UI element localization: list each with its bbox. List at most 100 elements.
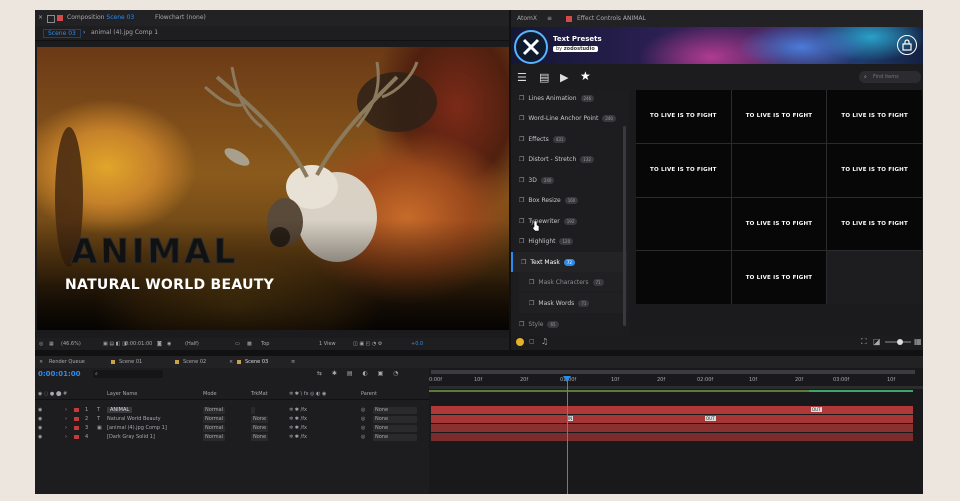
category-scrollbar[interactable] (623, 126, 626, 326)
layer-mode-dropdown[interactable]: Normal (203, 433, 226, 441)
time-ruler[interactable]: 0:00f 10f 20f 01:00f 10f 20f 02:00f 10f … (429, 376, 923, 386)
layer-switch-icons[interactable]: ✲ ✱ /fx (289, 434, 307, 440)
music-icon[interactable]: ♫ (541, 337, 548, 346)
color-swatch-icon[interactable]: ◉ (167, 341, 171, 347)
layer-trkmat-dropdown[interactable]: None (251, 433, 269, 441)
toggle-icons[interactable]: ▣ ▤ ◧ ◨ (103, 341, 127, 347)
layer-search[interactable]: ⌕ (93, 370, 163, 378)
layer-label-color[interactable] (74, 417, 79, 421)
breadcrumb-layer[interactable]: animal (4).jpg Comp 1 (91, 29, 158, 36)
lock-icon[interactable] (47, 15, 55, 23)
eye-icon[interactable]: ◉ (38, 416, 42, 422)
layer-parent-dropdown[interactable]: None (373, 415, 417, 423)
file-play-icon[interactable]: ▶ (560, 71, 568, 84)
region-icon[interactable]: ▭ (235, 341, 240, 347)
tab-render-queue[interactable]: Render Queue (49, 359, 85, 365)
category-item[interactable]: ❐ Effects 431 (519, 129, 567, 149)
layer-name[interactable]: Natural World Beauty (107, 416, 161, 422)
layer-label-color[interactable] (74, 435, 79, 439)
expand-arrow-icon[interactable]: › (65, 407, 67, 413)
pickwhip-icon[interactable]: ◎ (361, 434, 365, 440)
layer-bar-dark-gray-solid[interactable] (431, 433, 913, 441)
close-icon[interactable]: × (38, 14, 43, 21)
tab-composition[interactable]: Composition Scene 03 (67, 14, 134, 21)
size-slider[interactable] (885, 339, 911, 345)
expand-arrow-icon[interactable]: › (65, 416, 67, 422)
column-parent[interactable]: Parent (361, 391, 377, 397)
layer-parent-dropdown[interactable]: None (373, 424, 417, 432)
resolution-dropdown[interactable]: (Half) (185, 341, 199, 347)
tab-scene-01[interactable]: Scene 01 (119, 359, 142, 365)
tab-effect-controls[interactable]: Effect Controls ANIMAL (577, 15, 646, 22)
stack-icon[interactable]: ▤ (539, 71, 549, 84)
layer-name[interactable]: [Dark Gray Solid 1] (107, 434, 155, 440)
camera-icon[interactable]: ◙ (157, 341, 162, 347)
zoom-dropdown[interactable]: (46.6%) (61, 341, 81, 347)
tab-atomx[interactable]: AtomX (517, 15, 537, 22)
layer-bar-animal[interactable] (431, 406, 913, 414)
expand-arrow-icon[interactable]: › (65, 425, 67, 431)
close-icon[interactable]: × (229, 359, 233, 365)
checker-icon[interactable]: ▩ (247, 341, 252, 347)
preset-cell[interactable]: TO LIVE IS TO FIGHT (827, 197, 922, 251)
category-item[interactable]: ❐ 3D 240 (519, 170, 555, 190)
layer-label-color[interactable] (74, 408, 79, 412)
subcategory-item[interactable]: ❐ Mask Words 71 (519, 293, 627, 313)
magnifier-icon[interactable]: ◎ (39, 341, 43, 347)
breadcrumb-scene[interactable]: Scene 03 (43, 29, 81, 38)
views-dropdown[interactable]: 1 View (319, 341, 336, 347)
layer-row[interactable]: ◉ › 1 T ANIMAL Normal ✲ ✱ /fx ◎ None (35, 406, 429, 414)
playhead-line[interactable] (567, 376, 568, 494)
tab-scene-02[interactable]: Scene 02 (183, 359, 206, 365)
star-icon[interactable]: ★ (580, 69, 591, 83)
preset-cell[interactable]: TO LIVE IS TO FIGHT (731, 251, 827, 304)
sliders-icon[interactable]: ☰ (517, 71, 527, 84)
layer-trkmat-dropdown[interactable] (251, 406, 255, 414)
layer-switch-icons[interactable]: ✲ ✱ /fx (289, 416, 307, 422)
overlay-title-text[interactable]: ANIMAL (70, 232, 238, 273)
category-item-active[interactable]: ❐ Text Mask 72 (511, 252, 627, 272)
expand-icon[interactable]: ⛶ (861, 337, 867, 347)
preset-cell[interactable]: TO LIVE IS TO FIGHT (827, 143, 922, 197)
preset-cell[interactable]: TO LIVE IS TO FIGHT (636, 143, 731, 197)
layer-name[interactable]: [animal (4).jpg Comp 1] (107, 425, 167, 431)
overlay-subtitle-text[interactable]: NATURAL WORLD BEAUTY (65, 277, 274, 293)
exposure-value[interactable]: +0.0 (411, 341, 423, 347)
column-trkmat[interactable]: TrkMat (251, 391, 268, 397)
eye-icon[interactable]: ◉ (38, 407, 42, 413)
search-field[interactable]: ⌕ Find items (859, 71, 921, 83)
layer-trkmat-dropdown[interactable]: None (251, 424, 269, 432)
layer-parent-dropdown[interactable]: None (373, 433, 417, 441)
collapse-icon[interactable]: ◪ (873, 337, 881, 346)
grid-view-icon[interactable]: ▦ (914, 337, 922, 346)
expand-arrow-icon[interactable]: › (65, 434, 67, 440)
layer-mode-dropdown[interactable]: Normal (203, 406, 226, 414)
layer-switch-icons[interactable]: ✲ ✱ /fx (289, 425, 307, 431)
column-mode[interactable]: Mode (203, 391, 217, 397)
subcategory-item[interactable]: ❐ Mask Characters 71 (519, 272, 627, 292)
pickwhip-icon[interactable]: ◎ (361, 416, 365, 422)
category-item[interactable]: ❐ Distort - Stretch 132 (519, 149, 594, 169)
store-icon[interactable] (897, 35, 917, 55)
category-item[interactable]: ❐ Box Resize 160 (519, 190, 579, 210)
timeline-timecode[interactable]: 0:00:01:00 (38, 370, 81, 378)
preset-cell[interactable]: TO LIVE IS TO FIGHT (636, 90, 731, 143)
preset-cell[interactable]: TO LIVE IS TO FIGHT (731, 197, 827, 251)
category-item[interactable]: ❐ Style 65 (519, 314, 559, 334)
preset-cell[interactable] (636, 197, 731, 251)
layer-row[interactable]: ◉ › 4 [Dark Gray Solid 1] Normal None ✲ … (35, 433, 429, 441)
preset-cell[interactable] (731, 143, 827, 197)
layer-name[interactable]: ANIMAL (107, 407, 133, 413)
layer-bar-animal-comp[interactable] (431, 424, 913, 432)
eye-icon[interactable]: ◉ (38, 434, 42, 440)
view-layout-dropdown[interactable]: Top (261, 341, 269, 347)
tab-scene-03[interactable]: Scene 03 (245, 359, 268, 365)
column-layer-name[interactable]: Layer Name (107, 391, 137, 397)
layer-row[interactable]: ◉ › 2 T Natural World Beauty Normal None… (35, 415, 429, 423)
category-item[interactable]: ❐ Highlight 120 (519, 231, 574, 251)
square-icon[interactable]: ▢ (529, 338, 535, 345)
layer-label-color[interactable] (74, 426, 79, 430)
menu-icon[interactable]: ≡ (547, 15, 552, 22)
eye-icon[interactable]: ◉ (38, 425, 42, 431)
category-item[interactable]: ❐ Lines Animation 246 (519, 90, 595, 108)
